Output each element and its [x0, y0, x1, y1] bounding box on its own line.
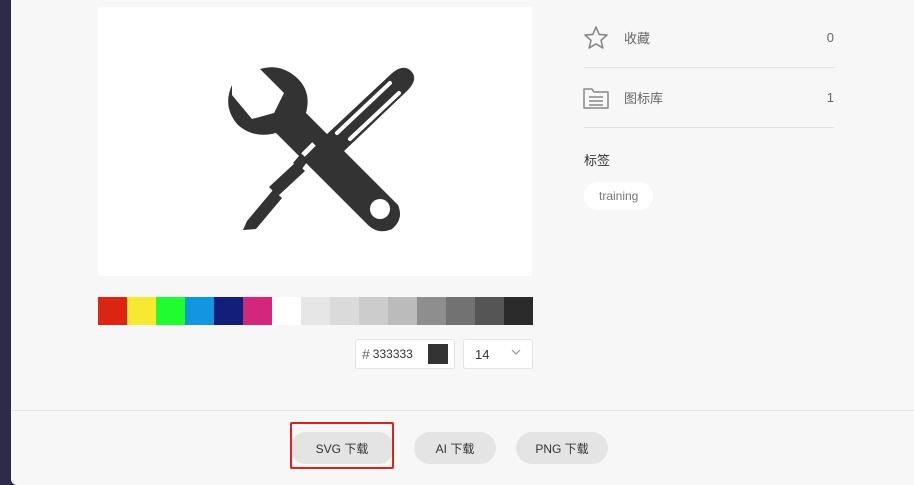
- color-swatch[interactable]: [214, 297, 243, 325]
- star-outline-icon: [583, 25, 609, 51]
- color-swatch[interactable]: [417, 297, 446, 325]
- color-swatch[interactable]: [272, 297, 301, 325]
- color-swatch[interactable]: [185, 297, 214, 325]
- tags-title: 标签: [584, 153, 611, 168]
- download-footer: SVG 下载 AI 下载 PNG 下载: [11, 410, 914, 485]
- png-download-button[interactable]: PNG 下载: [516, 432, 608, 464]
- size-value: 14: [475, 346, 490, 362]
- color-swatch[interactable]: [156, 297, 185, 325]
- icon-detail-panel: # 333333 14 收藏 0 图标库 1 标签 training SVG 下…: [11, 0, 914, 485]
- libraries-row[interactable]: 图标库 1: [583, 68, 834, 128]
- ai-download-button[interactable]: AI 下载: [414, 432, 496, 464]
- folder-list-icon: [583, 85, 609, 111]
- size-select[interactable]: 14: [463, 339, 533, 369]
- hash-symbol: #: [362, 346, 370, 362]
- tools-icon: [228, 67, 415, 232]
- color-hex-input[interactable]: # 333333: [355, 339, 455, 369]
- color-palette: [98, 297, 533, 325]
- color-swatch[interactable]: [359, 297, 388, 325]
- color-swatch[interactable]: [475, 297, 504, 325]
- icon-preview: [98, 7, 532, 276]
- favorites-label: 收藏: [624, 31, 651, 46]
- color-swatch[interactable]: [301, 297, 330, 325]
- libraries-count: 1: [826, 90, 834, 105]
- favorites-row[interactable]: 收藏 0: [584, 8, 834, 68]
- color-swatch[interactable]: [243, 297, 272, 325]
- color-swatch[interactable]: [446, 297, 475, 325]
- color-swatch[interactable]: [388, 297, 417, 325]
- libraries-label: 图标库: [624, 91, 664, 106]
- svg-download-button[interactable]: SVG 下载: [290, 432, 394, 464]
- color-swatch[interactable]: [127, 297, 156, 325]
- color-swatch[interactable]: [330, 297, 359, 325]
- favorites-count: 0: [826, 30, 834, 45]
- tag-training[interactable]: training: [584, 182, 654, 210]
- color-preview-chip[interactable]: [428, 344, 448, 364]
- color-swatch[interactable]: [504, 297, 533, 325]
- hex-value: 333333: [372, 347, 413, 361]
- color-swatch[interactable]: [98, 297, 127, 325]
- chevron-down-icon: [511, 348, 521, 359]
